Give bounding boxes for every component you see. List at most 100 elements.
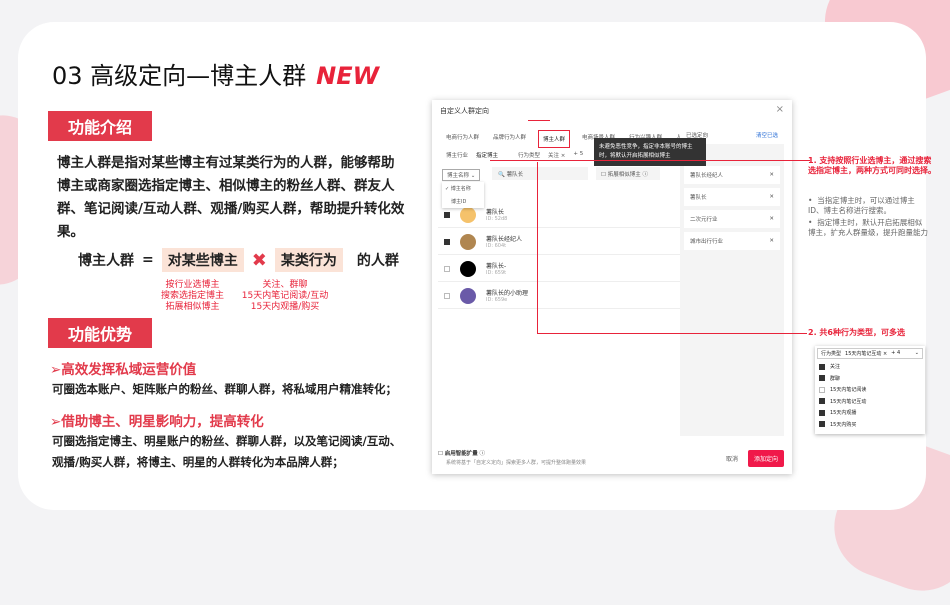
advantage-tag: 功能优势 xyxy=(48,318,153,348)
smart-expand-checkbox[interactable]: ☐ 启用智能扩量 ⓘ xyxy=(438,449,485,457)
title-text: 03 高级定向—博主人群 xyxy=(52,62,307,90)
row-checkbox[interactable] xyxy=(444,238,450,245)
behavior-select[interactable]: 行为类型 15天内笔记互动 × + 4 ⌄ xyxy=(817,348,923,359)
subtab-industry[interactable]: 博主行业 xyxy=(446,151,468,159)
behavior-option[interactable]: 15天内笔记阅读 xyxy=(815,384,925,396)
blogger-id: ID: 604t xyxy=(486,243,507,249)
blogger-row[interactable]: 薯队长的小助理 ID: 659e xyxy=(438,283,680,309)
option-label: 15天内观播 xyxy=(830,410,857,417)
behavior-option[interactable]: 15天内购买 xyxy=(815,419,925,431)
advantage-heading: ➢借助博主、明星影响力，提高转化 xyxy=(50,414,264,430)
option-checkbox[interactable] xyxy=(819,375,825,382)
formula-eq: = xyxy=(142,252,154,268)
behavior-dropdown: 行为类型 15天内笔记互动 × + 4 ⌄ 关注群聊 15天内笔记阅读 15天内笔记互动 1… xyxy=(815,346,925,434)
annotation-line xyxy=(490,160,810,161)
option-label: 关注 xyxy=(830,364,841,371)
advantage-heading: ➢高效发挥私域运营价值 xyxy=(50,362,197,378)
bullet: 当指定博主时，可以通过博主ID、博主名称进行搜索。 xyxy=(808,196,915,215)
row-checkbox[interactable] xyxy=(444,211,450,218)
cancel-button[interactable]: 取消 xyxy=(726,454,738,463)
advantage-text: 可圈选本账户、矩阵账户的粉丝、群聊人群，将私域用户精准转化； xyxy=(52,382,397,396)
blogger-name: 薯队长的小助理 xyxy=(486,290,529,297)
expand-similar-checkbox[interactable]: ☐ 拓展相似博主 ⓘ xyxy=(596,167,660,180)
option-label: 15天内笔记阅读 xyxy=(830,387,867,394)
smart-desc: 系统将基于「自定义定向」探索更多人群，可提升整体跑量效果 xyxy=(446,460,587,466)
remove-icon[interactable]: ✕ xyxy=(769,216,774,222)
option-label: 15天内笔记互动 xyxy=(830,398,867,405)
selected-label: 薯队长 xyxy=(690,195,707,201)
dd-value: 15天内笔记互动 × xyxy=(845,351,888,357)
selected-item: 二次元行业 ✕ xyxy=(684,210,780,228)
smart-label: 启用智能扩量 xyxy=(444,451,478,457)
behavior-option[interactable]: 群聊 xyxy=(815,373,925,385)
cross-icon: ✖ xyxy=(251,249,267,271)
b-notes: 关注、群聊 15天内笔记阅读/互动 15天内观播/购买 xyxy=(235,280,335,313)
dropdown-option[interactable]: ✓ 博主名称 xyxy=(442,182,484,195)
formula-suffix: 的人群 xyxy=(356,253,399,269)
selected-label: 二次元行业 xyxy=(690,217,718,223)
bullet: 指定博主时，默认开启拓展相似博主，扩充人群量级，提升跑量能力 xyxy=(808,218,928,237)
behavior-option[interactable]: 15天内笔记互动 xyxy=(815,396,925,408)
row-checkbox[interactable] xyxy=(444,292,450,299)
selected-label: 薯队长经纪人 xyxy=(690,173,724,179)
annotation-1: 1. 支持按照行业选博主，通过搜索选指定博主，两种方式可同时选择。 xyxy=(808,156,936,175)
remove-icon[interactable]: ✕ xyxy=(769,172,774,178)
remove-icon[interactable]: ✕ xyxy=(769,194,774,200)
search-type-select[interactable]: 博主名称 ⌄ xyxy=(442,169,481,181)
expand-label: 拓展相似博主 xyxy=(607,172,641,178)
close-icon[interactable]: × xyxy=(776,104,784,115)
blogger-row[interactable]: 薯队长- ID: 659t xyxy=(438,256,680,282)
dropdown-option[interactable]: 博主ID xyxy=(442,195,484,208)
avatar xyxy=(460,287,476,304)
row-checkbox[interactable] xyxy=(444,265,450,272)
note: 搜索选指定博主 xyxy=(160,291,224,301)
behavior-more: + 5 xyxy=(573,151,584,157)
option-checkbox[interactable] xyxy=(819,409,825,416)
tab-blogger[interactable]: 博主人群 xyxy=(538,130,571,148)
dd-more: + 4 xyxy=(891,350,901,356)
page-title: 03 高级定向—博主人群 NEW xyxy=(52,56,379,91)
search-type-value: 博主名称 xyxy=(447,173,470,179)
blogger-row[interactable]: 薯队长经纪人 ID: 604t xyxy=(438,229,680,255)
avatar xyxy=(460,206,476,223)
annotation-line xyxy=(537,162,538,333)
annotation-line xyxy=(537,333,807,334)
annotation-bullets: • 当指定博主时，可以通过博主ID、博主名称进行搜索。 • 指定博主时，默认开启… xyxy=(808,196,928,237)
option-label: 15天内购买 xyxy=(830,421,857,428)
behavior-select[interactable]: 关注 × xyxy=(548,151,565,159)
a-notes: 按行业选博主 搜索选指定博主 拓展相似博主 xyxy=(150,280,235,313)
formula-a: 对某些博主 xyxy=(161,248,244,272)
option-checkbox[interactable] xyxy=(819,421,825,428)
formula-b: 某类行为 xyxy=(274,248,343,272)
selected-item: 薯队长经纪人 ✕ xyxy=(684,166,780,184)
avatar xyxy=(460,233,476,250)
behavior-option[interactable]: 15天内观播 xyxy=(815,407,925,419)
selected-item: 城市出行行业 ✕ xyxy=(684,232,780,250)
note: 15天内笔记阅读/互动 xyxy=(241,291,329,301)
option-label: 博主名称 xyxy=(450,186,471,192)
blogger-id: ID: 52d8 xyxy=(486,216,508,222)
option-checkbox[interactable] xyxy=(819,386,825,393)
blogger-name: 薯队长经纪人 xyxy=(486,236,523,243)
add-targeting-button[interactable]: 添加定向 xyxy=(748,450,785,467)
note: 拓展相似博主 xyxy=(165,302,220,312)
selected-pane: 已选定向 清空已选 薯队长经纪人 ✕ 薯队长 ✕ 二次元行业 ✕ 城市出行行业 ✕ xyxy=(680,126,784,436)
blogger-id: ID: 659t xyxy=(486,270,507,276)
search-input[interactable]: 🔍 薯队长 xyxy=(492,167,588,180)
tab-ecommerce[interactable]: 电商行为人群 xyxy=(444,130,481,148)
formula-lhs: 博主人群 xyxy=(78,253,134,269)
remove-icon[interactable]: ✕ xyxy=(769,238,774,244)
intro-text: 博主人群是指对某些博主有过某类行为的人群，能够帮助博主或商家圈选指定博主、相似博… xyxy=(57,155,405,240)
clear-button[interactable]: 清空已选 xyxy=(756,131,778,139)
option-checkbox[interactable] xyxy=(819,363,825,370)
note: 按行业选博主 xyxy=(165,280,220,290)
selected-item: 薯队长 ✕ xyxy=(684,188,780,206)
option-checkbox[interactable] xyxy=(819,398,825,405)
behavior-option[interactable]: 关注 xyxy=(815,361,925,373)
intro-tag: 功能介绍 xyxy=(48,111,153,141)
subtab-specific[interactable]: 指定博主 xyxy=(476,151,498,159)
blogger-name: 薯队长- xyxy=(486,263,507,270)
blogger-id: ID: 659e xyxy=(486,297,508,303)
tab-brand[interactable]: 品牌行为人群 xyxy=(491,130,528,148)
new-badge: NEW xyxy=(316,62,380,90)
